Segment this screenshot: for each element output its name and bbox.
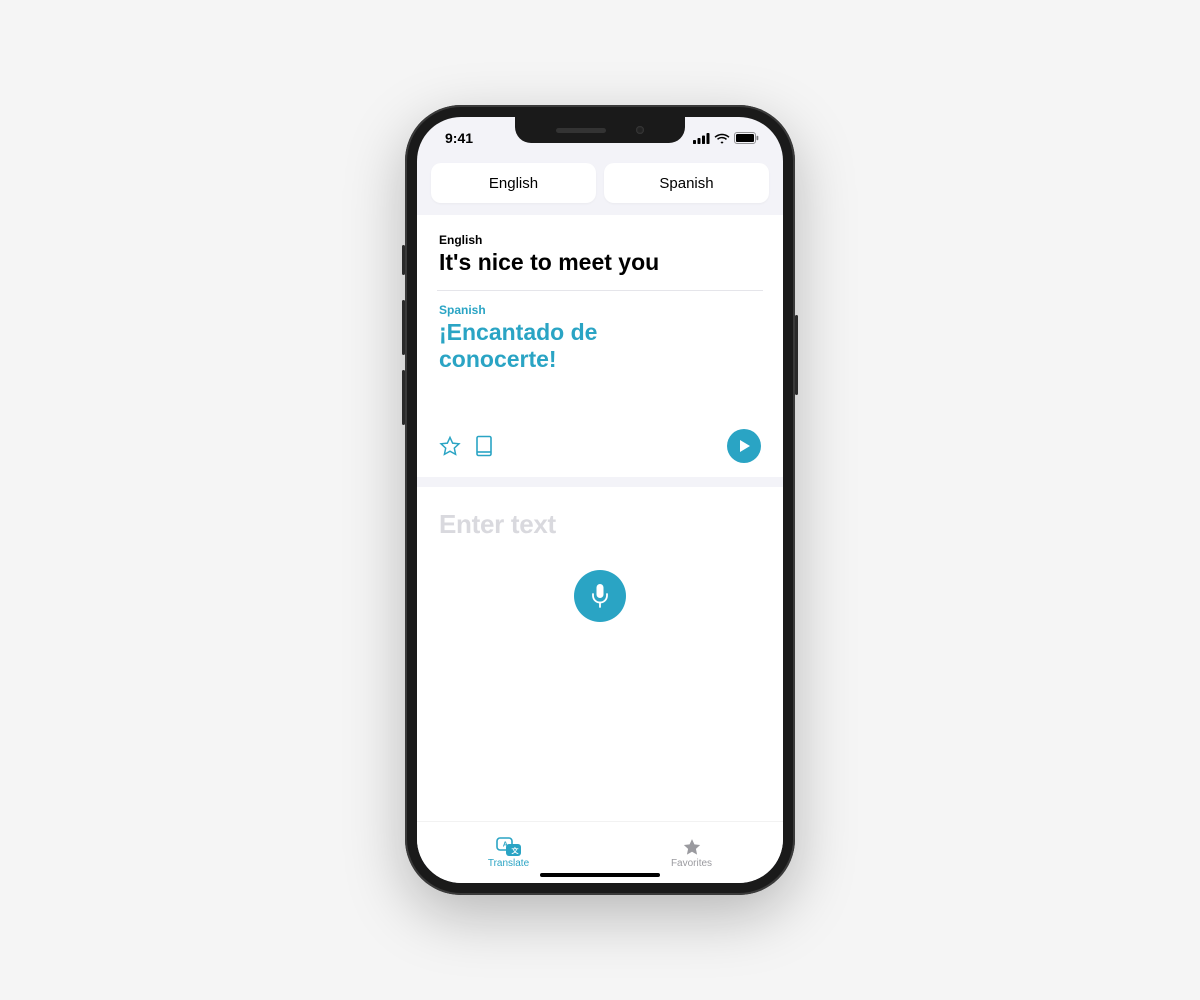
translated-text: ¡Encantado de conocerte! [439,319,659,373]
battery-icon [734,132,759,144]
home-indicator[interactable] [540,873,660,877]
volume-down-button [402,370,405,425]
svg-text:文: 文 [511,845,519,854]
source-language-label: English [489,175,538,192]
target-language-label: Spanish [659,175,713,192]
play-audio-button[interactable] [727,429,761,463]
screen: 9:41 English Spanish English It's nice t… [417,117,783,883]
star-icon [439,435,461,457]
status-indicators [693,132,759,144]
power-button [795,315,798,395]
translation-card: English It's nice to meet you Spanish ¡E… [417,215,783,477]
microphone-button[interactable] [574,570,626,622]
cellular-icon [693,133,710,144]
play-icon [737,439,751,453]
tab-favorites-label: Favorites [671,858,712,869]
left-action-group [439,435,494,457]
source-language-heading: English [439,233,761,247]
status-time: 9:41 [445,130,473,146]
speaker-grille [556,128,606,133]
target-language-heading: Spanish [439,303,761,317]
star-filled-icon [681,837,703,857]
source-language-button[interactable]: English [431,163,596,203]
card-actions [439,429,761,463]
front-camera [636,126,644,134]
svg-text:A: A [502,841,507,848]
dictionary-button[interactable] [475,435,494,457]
text-input-area[interactable]: Enter text [417,487,783,821]
microphone-icon [590,583,610,609]
input-placeholder: Enter text [439,509,761,540]
volume-up-button [402,300,405,355]
divider [437,290,763,291]
favorite-button[interactable] [439,435,461,457]
translate-icon: A文 [496,837,522,857]
target-language-button[interactable]: Spanish [604,163,769,203]
source-text: It's nice to meet you [439,249,761,276]
device-frame: 9:41 English Spanish English It's nice t… [405,105,795,895]
language-selector-row: English Spanish [417,159,783,215]
tab-translate-label: Translate [488,858,529,869]
silence-switch [402,245,405,275]
notch [515,117,685,143]
wifi-icon [714,133,730,144]
book-icon [475,435,494,457]
